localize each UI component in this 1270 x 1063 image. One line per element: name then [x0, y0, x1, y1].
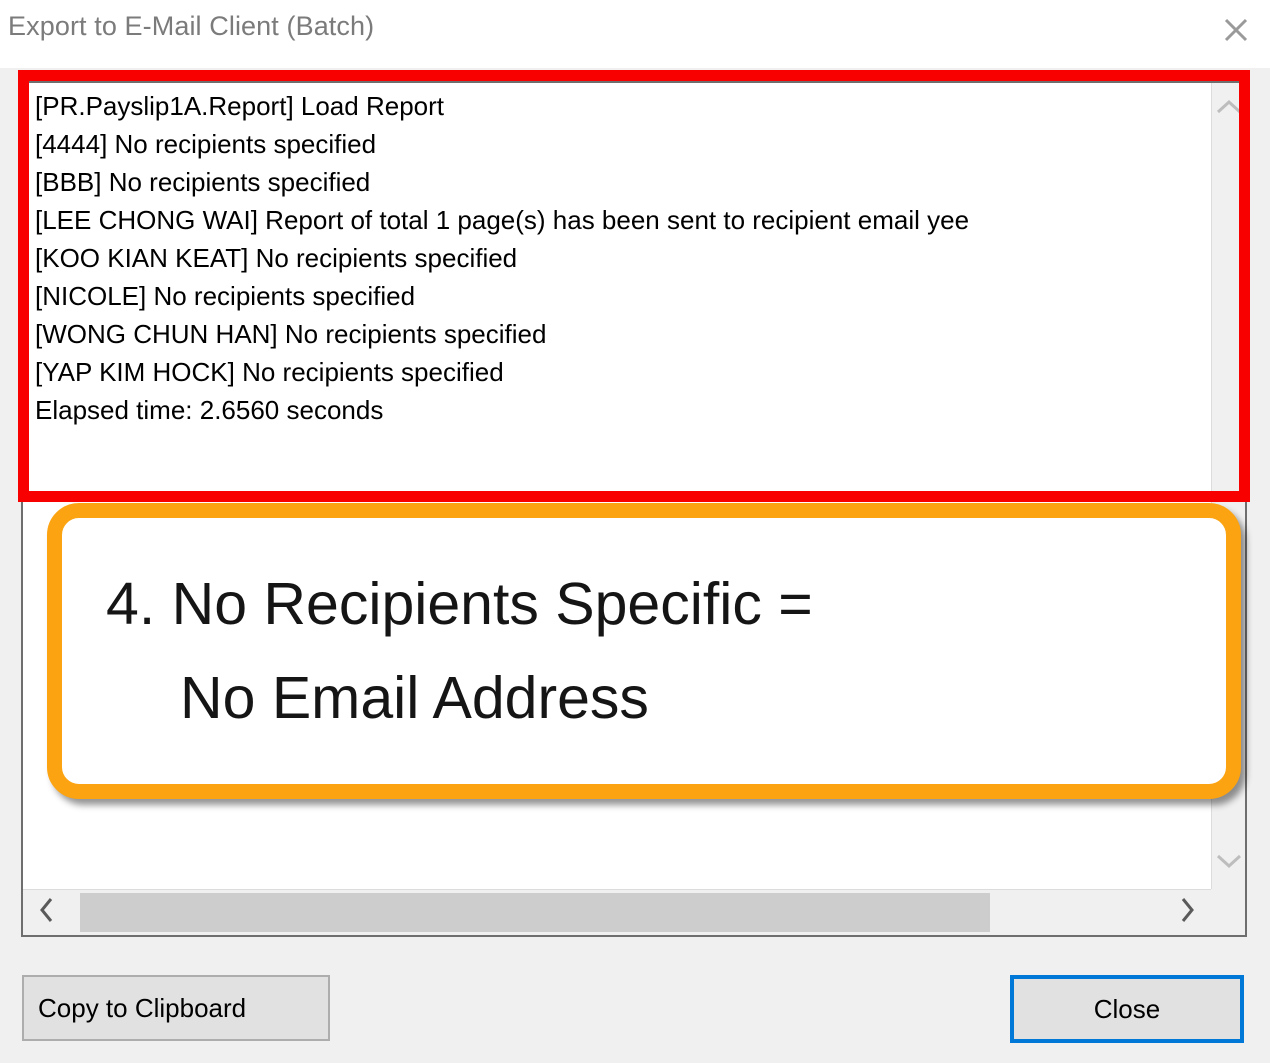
- copy-to-clipboard-label: Copy to Clipboard: [38, 992, 247, 1023]
- log-line: [BBB] No recipients specified: [35, 167, 371, 197]
- log-line: [NICOLE] No recipients specified: [35, 281, 416, 311]
- horizontal-scrollbar[interactable]: [23, 889, 1211, 935]
- log-line-list: [PR.Payslip1A.Report] Load Report [4444]…: [35, 87, 1211, 429]
- log-line: [PR.Payslip1A.Report] Load Report: [35, 91, 444, 121]
- scroll-right-button[interactable]: [1163, 890, 1211, 935]
- log-output-panel[interactable]: [PR.Payslip1A.Report] Load Report [4444]…: [21, 81, 1247, 937]
- log-line: [KOO KIAN KEAT] No recipients specified: [35, 243, 518, 273]
- scroll-down-button[interactable]: [1212, 843, 1246, 883]
- chevron-down-icon: [1216, 853, 1242, 874]
- window-title: Export to E-Mail Client (Batch): [8, 11, 375, 41]
- vertical-scrollbar[interactable]: [1211, 83, 1245, 889]
- scrollbar-corner: [1211, 889, 1245, 935]
- close-button-label: Close: [1093, 993, 1161, 1024]
- log-line: [4444] No recipients specified: [35, 129, 377, 159]
- vertical-scroll-track[interactable]: [1212, 129, 1245, 843]
- log-line: Elapsed time: 2.6560 seconds: [35, 395, 384, 425]
- chevron-up-icon: [1216, 99, 1242, 120]
- dialog-body: [PR.Payslip1A.Report] Load Report [4444]…: [0, 68, 1270, 1063]
- horizontal-scroll-thumb[interactable]: [80, 893, 990, 932]
- window-close-button[interactable]: [1202, 0, 1270, 60]
- copy-to-clipboard-button[interactable]: Copy to Clipboard: [22, 975, 330, 1041]
- dialog-button-bar: Copy to Clipboard Close: [0, 953, 1270, 1063]
- log-text-area[interactable]: [PR.Payslip1A.Report] Load Report [4444]…: [23, 83, 1211, 889]
- chevron-left-icon: [39, 897, 55, 928]
- close-button[interactable]: Close: [1010, 975, 1244, 1043]
- chevron-right-icon: [1179, 897, 1195, 928]
- log-line: [WONG CHUN HAN] No recipients specified: [35, 319, 547, 349]
- window-titlebar: Export to E-Mail Client (Batch): [0, 0, 1270, 68]
- log-line: [LEE CHONG WAI] Report of total 1 page(s…: [35, 205, 970, 235]
- scroll-left-button[interactable]: [23, 890, 71, 935]
- close-x-icon: [1219, 13, 1253, 47]
- log-line: [YAP KIM HOCK] No recipients specified: [35, 357, 504, 387]
- scroll-up-button[interactable]: [1212, 89, 1246, 129]
